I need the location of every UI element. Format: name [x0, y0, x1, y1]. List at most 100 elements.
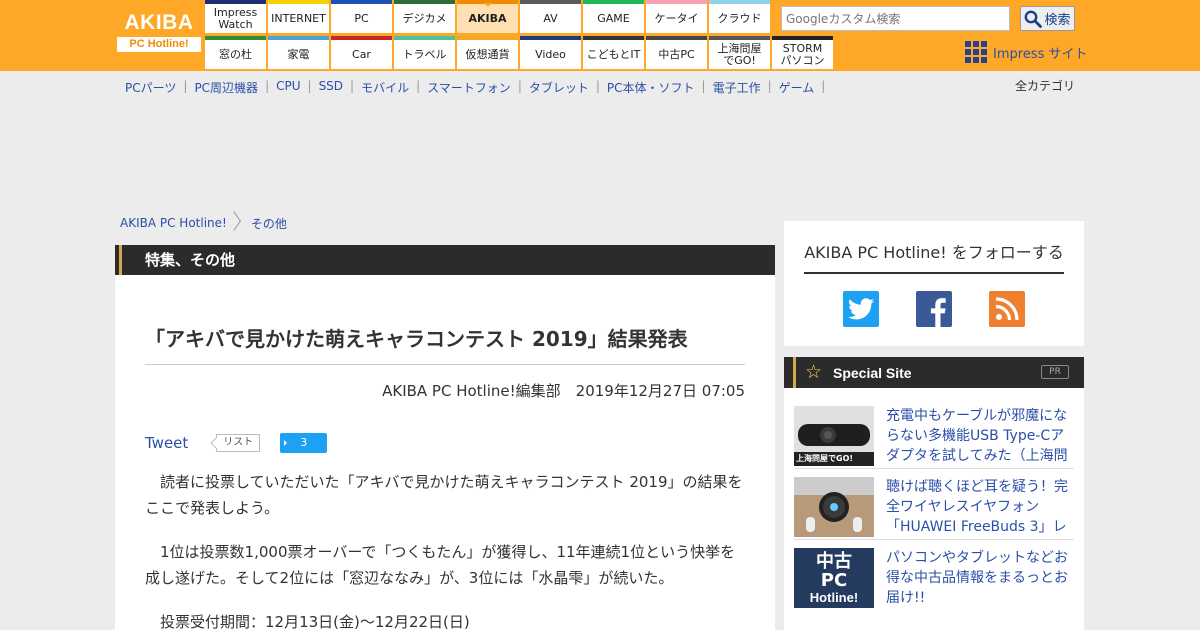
nav-item-label: 仮想通貨 — [465, 47, 510, 61]
special-item-text: パソコンやタブレットなどお得な中古品情報をまるっとお届け!! — [886, 550, 1068, 606]
nav-item[interactable]: こどもとIT — [583, 36, 644, 69]
used-pc-thumbnail: 中古 PC Hotline! — [794, 548, 874, 608]
nav-item[interactable]: STORM パソコン — [772, 36, 833, 69]
breadcrumb-separator-icon — [232, 212, 242, 234]
nav-item-label: クラウド — [717, 11, 762, 25]
special-item[interactable]: 聴けば聴くほど耳を疑う！完全ワイヤレスイヤフォン「HUAWEI FreeBuds… — [794, 477, 1074, 540]
special-item-text: 聴けば聴くほど耳を疑う！完全ワイヤレスイヤフォン「HUAWEI FreeBuds… — [886, 479, 1068, 535]
nav-item-label: AKIBA — [468, 11, 507, 25]
nav-item[interactable]: トラベル — [394, 36, 455, 69]
share-count-button[interactable]: 3 — [280, 433, 328, 453]
nav-item[interactable]: ケータイ — [646, 0, 707, 33]
special-item[interactable]: 中古 PC Hotline! パソコンやタブレットなどお得な中古品情報をまるっと… — [794, 548, 1074, 611]
nav-item[interactable]: INTERNET — [268, 0, 329, 33]
nav-item-label: PC — [354, 11, 369, 25]
nav-item[interactable]: Video — [520, 36, 581, 69]
special-site-box: ☆ Special Site PR 上海問屋でGO! 充電中もケーブルが邪魔にな… — [784, 357, 1084, 630]
breadcrumb-current[interactable]: その他 — [251, 215, 287, 232]
article-paragraph: 読者に投票していただいた「アキバで見かけた萌えキャラコンテスト 2019」の結果… — [145, 473, 743, 517]
article-main: 特集、その他 「アキバで見かけた萌えキャラコンテスト 2019」結果発表 AKI… — [115, 245, 775, 630]
category-link[interactable]: SSD — [312, 79, 350, 96]
earbuds-image — [794, 477, 874, 537]
search-icon — [1025, 10, 1043, 28]
breadcrumb: AKIBA PC Hotline! その他 — [120, 212, 287, 234]
special-site-title: Special Site — [833, 365, 912, 381]
title-divider — [145, 364, 745, 365]
tweet-button[interactable]: Tweet — [145, 434, 188, 452]
search-input[interactable] — [781, 6, 1010, 31]
nav-item-label: トラベル — [402, 47, 447, 61]
nav-item[interactable]: AV — [520, 0, 581, 33]
category-list: PCパーツ | PC周辺機器 | CPU | SSD | モバイル | スマートフォン | タブレット |… — [118, 79, 825, 96]
category-link[interactable]: CPU — [269, 79, 307, 96]
category-link[interactable]: ゲーム — [772, 79, 822, 96]
article-title: 「アキバで見かけた萌えキャラコンテスト 2019」結果発表 — [145, 327, 688, 351]
nav-item[interactable]: AKIBA — [457, 0, 518, 33]
category-link[interactable]: タブレット — [522, 79, 596, 96]
facebook-icon[interactable] — [916, 291, 952, 327]
follow-title: AKIBA PC Hotline! をフォローする — [804, 239, 1064, 274]
thumb-text: PC — [820, 569, 848, 591]
section-header: 特集、その他 — [115, 245, 775, 275]
article-paragraph: 投票受付期間：12月13日(金)～12月22日(日) — [160, 613, 470, 630]
nav-item-label: ケータイ — [654, 11, 699, 25]
nav-item-label: 中古PC — [658, 47, 695, 61]
article-date: 2019年12月27日 07:05 — [575, 382, 745, 400]
special-item-text: 充電中もケーブルが邪魔にならない多機能USB Type-Cアダプタを試してみた（… — [886, 408, 1068, 464]
pr-badge: PR — [1041, 365, 1069, 379]
nav-item[interactable]: 家電 — [268, 36, 329, 69]
special-site-header: ☆ Special Site PR — [784, 357, 1084, 388]
nav-item[interactable]: PC — [331, 0, 392, 33]
nav-item-label: Video — [535, 47, 566, 61]
thumb-text: Hotline! — [809, 589, 859, 605]
site-nav-grid: Impress Watch INTERNET PC デジカメ AKIBA AV GAME ケー… — [205, 0, 835, 71]
search-button[interactable]: 検索 — [1020, 6, 1075, 31]
nav-item-label: INTERNET — [271, 11, 326, 25]
nav-item-label: Impress Watch — [213, 5, 258, 31]
special-accent-bar — [793, 357, 796, 388]
rss-icon[interactable] — [989, 291, 1025, 327]
nav-item-label: STORM パソコン — [780, 41, 825, 67]
nav-item[interactable]: 窓の杜 — [205, 36, 266, 69]
nav-item[interactable]: GAME — [583, 0, 644, 33]
category-separator: | — [821, 79, 826, 93]
star-icon: ☆ — [805, 361, 823, 383]
nav-item-label: 上海問屋 でGO! — [717, 41, 762, 67]
nav-item-label: 家電 — [287, 47, 310, 61]
category-link[interactable]: PCパーツ — [118, 79, 183, 96]
nav-item[interactable]: 中古PC — [646, 36, 707, 69]
category-link[interactable]: PC本体・ソフト — [600, 79, 702, 96]
category-link[interactable]: モバイル — [354, 79, 416, 96]
twitter-icon[interactable] — [843, 291, 879, 327]
nav-item-label: デジカメ — [402, 11, 447, 25]
all-categories-link[interactable]: 全カテゴリ — [1015, 77, 1075, 94]
nav-item[interactable]: デジカメ — [394, 0, 455, 33]
category-link[interactable]: PC周辺機器 — [187, 79, 265, 96]
follow-box: AKIBA PC Hotline! をフォローする — [784, 221, 1084, 346]
nav-item[interactable]: Impress Watch — [205, 0, 266, 33]
category-link[interactable]: 電子工作 — [706, 79, 768, 96]
nav-item-label: こどもとIT — [586, 47, 641, 61]
nav-item-label: 窓の杜 — [219, 47, 252, 61]
nav-item[interactable]: Car — [331, 36, 392, 69]
article-author: AKIBA PC Hotline!編集部 — [382, 382, 561, 400]
article-paragraph: 1位は投票数1,000票オーバーで「つくもたん」が獲得し、11年連続1位という快… — [145, 543, 736, 587]
nav-item[interactable]: クラウド — [709, 0, 770, 33]
logo-text-main: AKIBA — [124, 11, 194, 34]
nav-item[interactable]: 仮想通貨 — [457, 36, 518, 69]
nav-item-label: GAME — [597, 11, 630, 25]
article-body: 読者に投票していただいた「アキバで見かけた萌えキャラコンテスト 2019」の結果… — [145, 469, 747, 630]
breadcrumb-home[interactable]: AKIBA PC Hotline! — [120, 216, 227, 230]
nav-item-label: AV — [543, 11, 558, 25]
nav-item-label: Car — [352, 47, 371, 61]
thumb-text: 中古 — [816, 550, 852, 572]
impress-site-link[interactable]: Impress サイト — [965, 41, 1088, 63]
adapter-thumbnail: 上海問屋でGO! — [794, 406, 874, 466]
list-button[interactable]: リスト — [216, 434, 261, 452]
share-row: Tweet リスト 3 — [145, 433, 328, 453]
site-logo[interactable]: AKIBA PC Hotline! — [117, 12, 201, 56]
nav-item[interactable]: 上海問屋 でGO! — [709, 36, 770, 69]
logo-text-sub: PC Hotline! — [117, 37, 201, 52]
special-item[interactable]: 上海問屋でGO! 充電中もケーブルが邪魔にならない多機能USB Type-Cアダ… — [794, 406, 1074, 469]
category-link[interactable]: スマートフォン — [420, 79, 518, 96]
